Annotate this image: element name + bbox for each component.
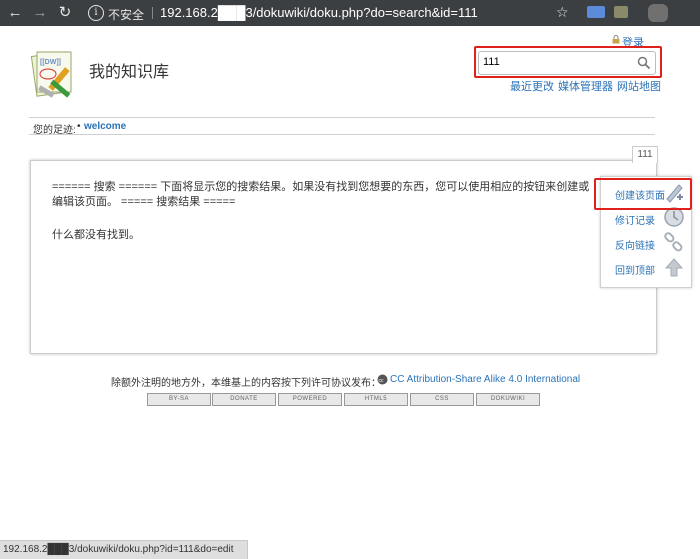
backlink-icon[interactable]: [663, 231, 685, 253]
divider: [29, 134, 655, 135]
license-link[interactable]: CC Attribution-Share Alike 4.0 Internati…: [390, 374, 580, 385]
highlight-frame: [594, 178, 692, 210]
extension-icon[interactable]: [587, 6, 605, 18]
sitemap-link[interactable]: 网站地图: [617, 78, 661, 94]
breadcrumb-item-welcome[interactable]: welcome: [84, 121, 126, 132]
recent-changes-link[interactable]: 最近更改: [510, 78, 554, 94]
revisions-link[interactable]: 修订记录: [615, 212, 655, 227]
status-bar-url: 192.168.2███3/dokuwiki/doku.php?id=111&d…: [0, 540, 248, 559]
back-to-top-link[interactable]: 回到顶部: [615, 262, 655, 277]
divider: [29, 117, 655, 118]
breadcrumb-bullet: •: [77, 121, 81, 132]
svg-text:cc: cc: [379, 378, 385, 384]
page-search-text: ====== 搜索 ====== 下面将显示您的搜索结果。如果没有找到您想要的东…: [52, 181, 590, 208]
dokuwiki-logo[interactable]: [[DW]]: [28, 44, 84, 100]
back-to-top-icon[interactable]: [663, 256, 685, 278]
no-result-text: 什么都没有找到。: [52, 229, 140, 241]
lock-icon: [612, 35, 620, 44]
donate-badge[interactable]: DONATE: [212, 393, 276, 406]
address-separator: [152, 7, 153, 19]
dokuwiki-badge[interactable]: DOKUWIKI: [476, 393, 540, 406]
search-icon[interactable]: [637, 56, 651, 70]
cc-by-sa-badge[interactable]: BY-SA: [147, 393, 211, 406]
address-bar[interactable]: i 不安全 192.168.2███3/dokuwiki/doku.php?do…: [80, 3, 590, 23]
forward-arrow-icon[interactable]: →: [31, 4, 49, 22]
cc-license-icon: cc: [377, 374, 388, 385]
page-id-tab: 111: [632, 146, 658, 163]
back-arrow-icon[interactable]: ←: [6, 4, 24, 22]
info-icon[interactable]: i: [88, 5, 104, 21]
site-title[interactable]: 我的知识库: [89, 58, 169, 82]
php-powered-badge[interactable]: POWERED: [278, 393, 342, 406]
profile-avatar[interactable]: [648, 4, 668, 22]
backlinks-link[interactable]: 反向链接: [615, 237, 655, 252]
extension-icon[interactable]: [614, 6, 628, 18]
reload-icon[interactable]: ↻: [56, 4, 74, 22]
address-url[interactable]: 192.168.2███3/dokuwiki/doku.php?do=searc…: [160, 5, 478, 20]
w3c-html5-badge[interactable]: HTML5: [344, 393, 408, 406]
bookmark-star-icon[interactable]: ☆: [556, 4, 569, 21]
search-form: [478, 51, 656, 75]
w3c-css-badge[interactable]: CSS: [410, 393, 474, 406]
svg-text:[[DW]]: [[DW]]: [40, 59, 61, 66]
media-manager-link[interactable]: 媒体管理器: [558, 78, 613, 94]
search-input[interactable]: [483, 54, 629, 70]
license-text: 除额外注明的地方外，本维基上的内容按下列许可协议发布：: [111, 378, 381, 389]
security-label: 不安全: [108, 8, 145, 22]
